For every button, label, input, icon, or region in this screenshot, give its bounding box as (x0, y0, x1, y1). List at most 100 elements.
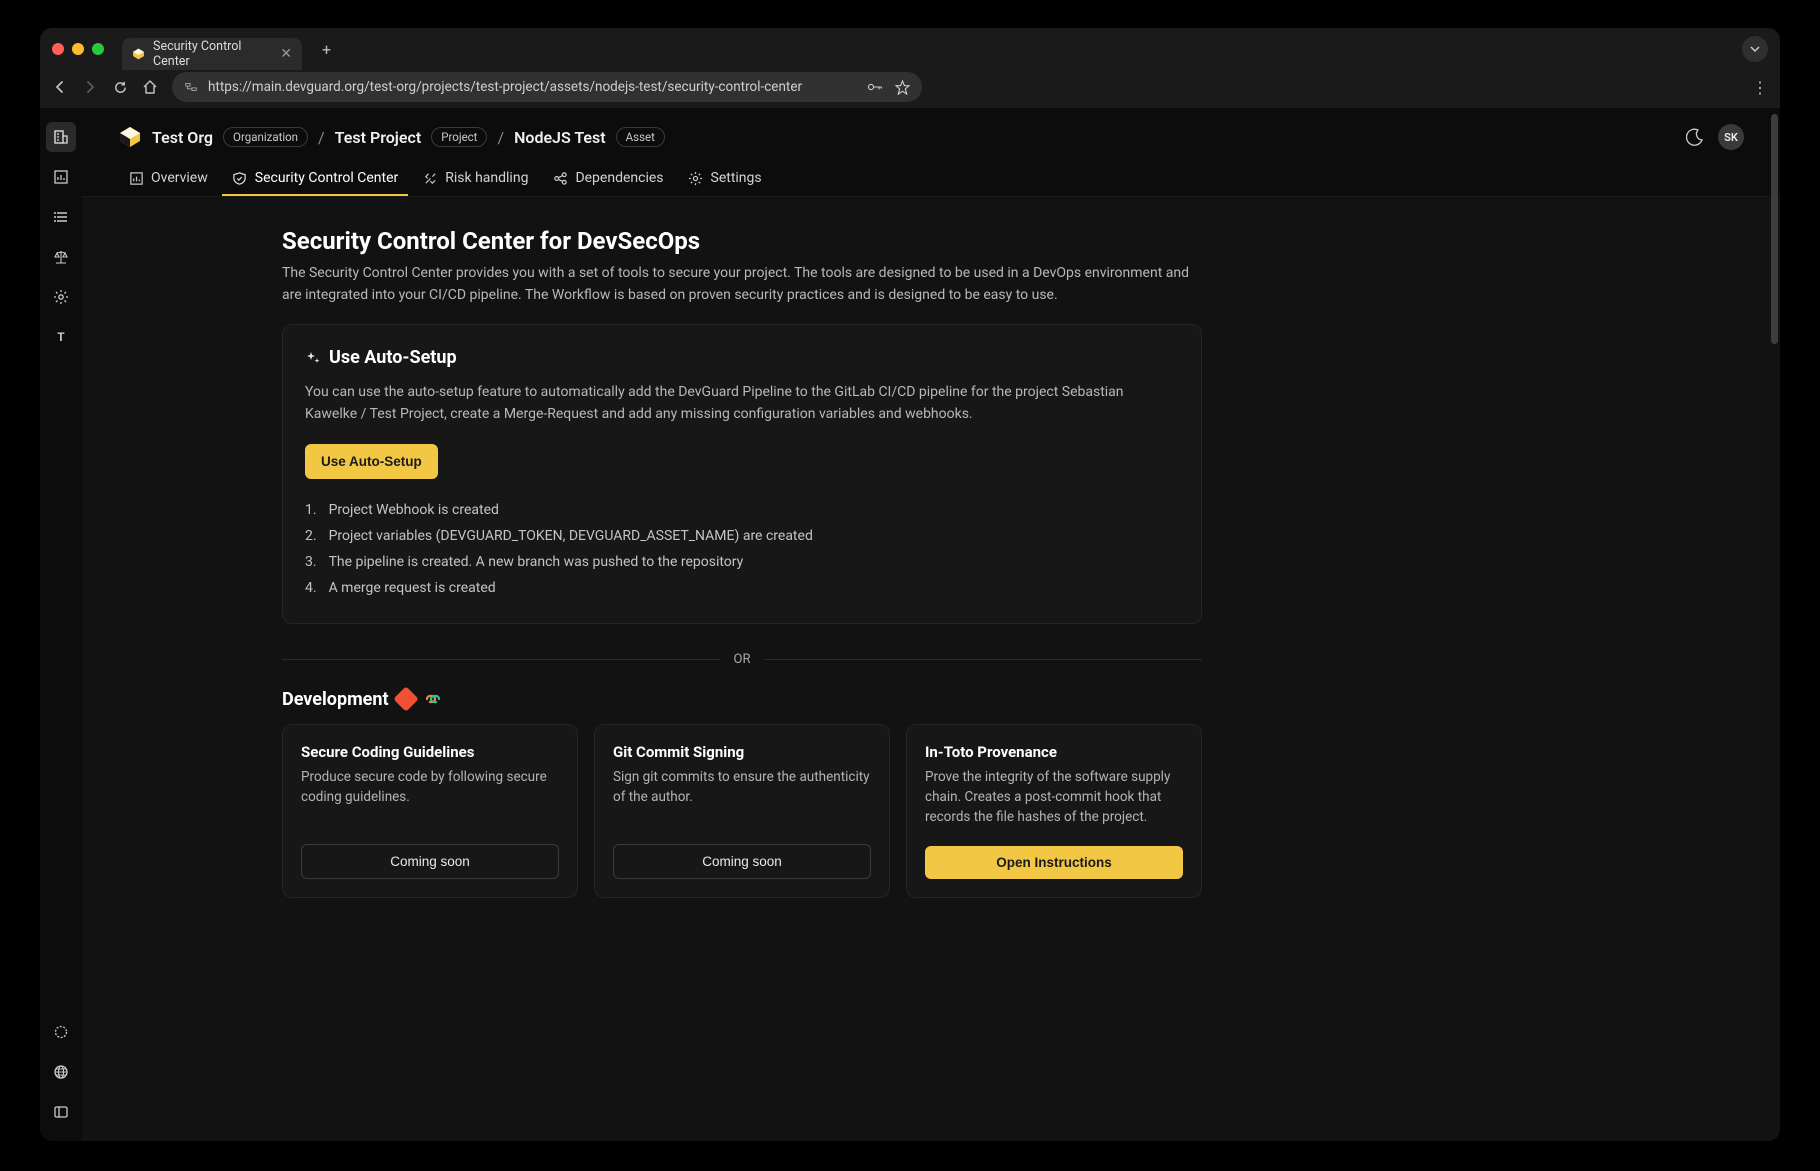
in-toto-provenance-card: In-Toto Provenance Prove the integrity o… (906, 724, 1202, 898)
tab-dependencies[interactable]: Dependencies (542, 162, 673, 196)
bookmark-star-icon[interactable] (895, 80, 910, 95)
app-sidebar: T (40, 108, 82, 1141)
site-info-icon[interactable] (184, 80, 198, 94)
development-cards: Secure Coding Guidelines Produce secure … (282, 724, 1202, 898)
development-title: Development (282, 689, 389, 710)
browser-tab-title: Security Control Center (153, 39, 272, 69)
sidebar-collapse-button[interactable] (46, 1097, 76, 1127)
breadcrumb-project[interactable]: Test Project (335, 128, 422, 147)
address-bar[interactable]: https://main.devguard.org/test-org/proje… (172, 72, 922, 102)
logo-icon (118, 125, 142, 149)
browser-tab-strip: Security Control Center ✕ + (40, 28, 1780, 70)
sidebar-dashboard-button[interactable] (46, 162, 76, 192)
shield-check-icon (232, 170, 248, 186)
building-icon (52, 128, 70, 146)
chain-link-icon (423, 692, 443, 706)
setup-step: A merge request is created (305, 575, 1179, 601)
scale-icon (53, 249, 69, 265)
globe-icon (53, 1064, 69, 1080)
tab-label: Risk handling (445, 170, 528, 186)
tab-label: Dependencies (575, 170, 663, 186)
share-icon (552, 170, 568, 186)
card-title: Secure Coding Guidelines (301, 743, 559, 761)
tab-overview[interactable]: Overview (118, 162, 218, 196)
tabs-dropdown-button[interactable] (1742, 36, 1768, 62)
gear-icon (688, 170, 704, 186)
card-title: In-Toto Provenance (925, 743, 1183, 761)
breadcrumb-asset[interactable]: NodeJS Test (514, 128, 606, 147)
page-tabs: Overview Security Control Center Risk ha… (82, 156, 1780, 197)
forward-button[interactable] (82, 79, 98, 95)
sidebar-compliance-button[interactable] (46, 242, 76, 272)
chevron-down-icon (1750, 44, 1760, 54)
or-label: OR (734, 652, 751, 667)
maximize-window-button[interactable] (92, 43, 104, 55)
auto-setup-title: Use Auto-Setup (329, 347, 457, 368)
window-controls (52, 43, 104, 55)
page-content: Security Control Center for DevSecOps Th… (82, 197, 1780, 1141)
avatar[interactable]: SK (1718, 124, 1744, 150)
coming-soon-button[interactable]: Coming soon (613, 844, 871, 879)
favicon-icon (132, 47, 145, 61)
home-button[interactable] (142, 79, 158, 95)
browser-tab[interactable]: Security Control Center ✕ (122, 38, 302, 70)
minimize-window-button[interactable] (72, 43, 84, 55)
browser-menu-button[interactable]: ⋮ (1752, 78, 1768, 97)
sidebar-list-button[interactable] (46, 202, 76, 232)
close-window-button[interactable] (52, 43, 64, 55)
tab-label: Settings (711, 170, 762, 186)
url-text: https://main.devguard.org/test-org/proje… (208, 79, 802, 95)
overview-icon (128, 170, 144, 186)
breadcrumb: Test Org Organization / Test Project Pro… (82, 108, 1780, 156)
page-description: The Security Control Center provides you… (282, 263, 1202, 306)
list-icon (53, 209, 69, 225)
sidebar-globe-button[interactable] (46, 1057, 76, 1087)
tab-settings[interactable]: Settings (678, 162, 772, 196)
sparkle-icon (305, 350, 321, 366)
tab-security-control-center[interactable]: Security Control Center (222, 162, 409, 196)
new-tab-button[interactable]: + (314, 36, 339, 63)
tab-label: Security Control Center (255, 170, 399, 186)
chart-icon (53, 169, 69, 185)
moon-icon (1686, 128, 1704, 146)
breadcrumb-asset-pill: Asset (616, 127, 665, 147)
sidebar-org-letter[interactable]: T (46, 322, 76, 352)
card-description: Produce secure code by following secure … (301, 767, 559, 826)
card-title: Git Commit Signing (613, 743, 871, 761)
close-tab-icon[interactable]: ✕ (280, 46, 292, 62)
sidebar-settings-button[interactable] (46, 282, 76, 312)
panel-icon (53, 1104, 69, 1120)
page-title: Security Control Center for DevSecOps (282, 227, 1202, 255)
sidebar-org-button[interactable] (46, 122, 76, 152)
auto-setup-card: Use Auto-Setup You can use the auto-setu… (282, 324, 1202, 623)
git-commit-signing-card: Git Commit Signing Sign git commits to e… (594, 724, 890, 898)
setup-step: Project Webhook is created (305, 497, 1179, 523)
or-divider: OR (282, 652, 1202, 667)
git-icon (393, 687, 418, 712)
reload-button[interactable] (112, 79, 128, 95)
tab-risk-handling[interactable]: Risk handling (412, 162, 538, 196)
scrollbar[interactable] (1771, 114, 1778, 344)
sidebar-help-button[interactable] (46, 1017, 76, 1047)
card-description: Sign git commits to ensure the authentic… (613, 767, 871, 826)
breadcrumb-org-pill: Organization (223, 127, 308, 147)
coming-soon-button[interactable]: Coming soon (301, 844, 559, 879)
breadcrumb-separator: / (318, 128, 325, 147)
breadcrumb-separator: / (497, 128, 504, 147)
theme-toggle[interactable] (1686, 128, 1704, 146)
auto-setup-description: You can use the auto-setup feature to au… (305, 382, 1179, 425)
password-key-icon[interactable] (867, 80, 883, 95)
breadcrumb-project-pill: Project (431, 127, 487, 147)
gear-icon (53, 289, 69, 305)
back-button[interactable] (52, 79, 68, 95)
secure-coding-card: Secure Coding Guidelines Produce secure … (282, 724, 578, 898)
breadcrumb-org[interactable]: Test Org (152, 128, 213, 147)
setup-step: Project variables (DEVGUARD_TOKEN, DEVGU… (305, 523, 1179, 549)
setup-step: The pipeline is created. A new branch wa… (305, 549, 1179, 575)
auto-setup-steps: Project Webhook is created Project varia… (305, 497, 1179, 601)
use-auto-setup-button[interactable]: Use Auto-Setup (305, 444, 438, 479)
open-instructions-button[interactable]: Open Instructions (925, 846, 1183, 879)
browser-toolbar: https://main.devguard.org/test-org/proje… (40, 70, 1780, 108)
development-section-header: Development (282, 689, 1202, 710)
help-gear-icon (53, 1024, 69, 1040)
